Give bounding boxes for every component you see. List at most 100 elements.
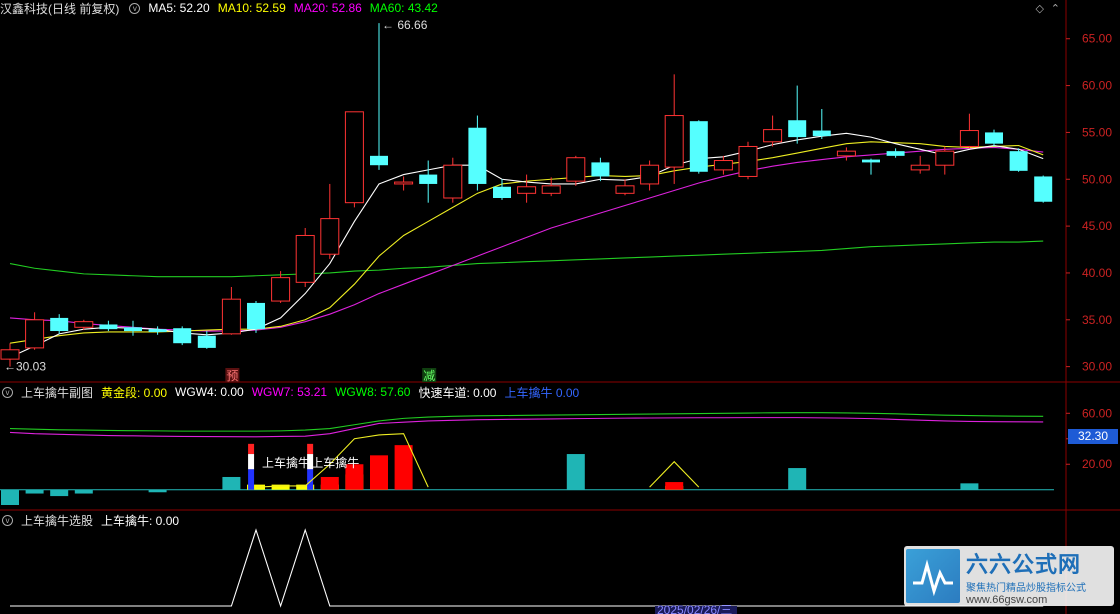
sub-bar — [960, 483, 979, 490]
ma60-label: MA60: 43.42 — [369, 1, 438, 15]
candle-body — [74, 321, 94, 328]
sub-bar — [394, 445, 413, 490]
candle-body — [148, 329, 167, 332]
main-chart-header: 汉鑫科技(日线 前复权) v MA5: 52.20 MA10: 52.59 MA… — [0, 0, 438, 16]
watermark-url: www.66gsw.com — [966, 593, 1048, 606]
sub-bar — [25, 489, 44, 494]
select-panel-title[interactable]: 上车擒牛选股 — [21, 512, 93, 529]
candle-body — [788, 120, 807, 138]
select-panel-settings-icon[interactable]: v — [2, 514, 13, 526]
price-axis-label: 55.00 — [1082, 125, 1112, 139]
sub-bar — [370, 455, 388, 490]
candle-body — [344, 111, 364, 204]
watermark-title: 六六公式网 — [966, 551, 1082, 577]
ma5-line — [9, 132, 1044, 358]
sub-panel-title[interactable]: 上车擒牛副图 — [21, 384, 93, 401]
sub-panel-settings-icon[interactable]: v — [2, 386, 13, 398]
sub-bar — [665, 482, 684, 490]
stock-title[interactable]: 汉鑫科技(日线 前复权) — [0, 0, 119, 17]
footer-date: 2025/02/26/三 — [657, 603, 732, 614]
watermark-subtitle: 聚焦热门精品炒股指标公式 — [966, 582, 1086, 594]
sub-indicator-qinniu: 上车擒牛 0.00 — [504, 385, 580, 400]
candle-body — [689, 121, 708, 172]
candle-body — [1009, 151, 1028, 171]
candle-body — [886, 151, 905, 156]
candle-body — [493, 186, 511, 198]
candle-body — [221, 298, 241, 335]
sub-bar — [74, 489, 93, 494]
sub-annotation: 上车擒牛 — [262, 455, 310, 470]
sub-bar — [222, 476, 241, 490]
candle-body — [812, 130, 831, 137]
sub-indicator-fast-lane: 快速车道: 0.00 — [418, 385, 497, 400]
candle-body — [763, 129, 783, 143]
candle-body — [247, 302, 265, 330]
sub-value-tag: 32.30 — [1068, 429, 1118, 444]
candle-body — [985, 132, 1003, 144]
candle-body — [640, 164, 660, 185]
wgw7-line — [9, 417, 1044, 438]
diamond-icon[interactable]: ◇ — [1036, 2, 1044, 15]
select-signal-line — [10, 528, 1044, 608]
candle-body — [320, 218, 340, 255]
settings-icon[interactable]: v — [129, 2, 141, 14]
sub-indicator-wgw4: WGW4: 0.00 — [175, 385, 244, 399]
candle-body — [468, 127, 487, 184]
candle-body — [295, 234, 315, 283]
price-axis-label: 65.00 — [1082, 32, 1112, 46]
ma5-label: MA5: 52.20 — [148, 1, 210, 15]
sub-bar — [148, 489, 167, 493]
candle-body — [1034, 176, 1053, 202]
sub-bar — [1, 489, 19, 505]
candle-body — [443, 164, 463, 199]
site-watermark: 六六公式网 聚焦热门精品炒股指标公式 www.66gsw.com — [904, 546, 1114, 606]
sub-annotation: 上车擒牛 — [311, 455, 359, 470]
candle-body — [935, 150, 955, 166]
ma10-line — [9, 141, 1044, 344]
price-axis-label: 40.00 — [1082, 266, 1112, 280]
signal-column — [248, 454, 255, 470]
signal-column — [248, 443, 255, 455]
sub-bar — [50, 489, 69, 497]
candle-body — [197, 335, 216, 348]
candle-body — [419, 174, 438, 184]
candle-body — [25, 319, 45, 349]
signal-column — [248, 469, 255, 490]
select-panel-header: v 上车擒牛选股 上车擒牛: 0.00 — [0, 512, 179, 528]
signal-column — [307, 443, 314, 455]
candle-body — [271, 277, 291, 302]
ma10-label: MA10: 52.59 — [217, 1, 286, 15]
price-axis-label: 30.00 — [1082, 360, 1112, 374]
high-price-label: ← 66.66 — [382, 18, 428, 32]
candle-body — [541, 185, 561, 194]
sub-bar — [566, 454, 585, 490]
candle-body — [615, 185, 635, 194]
candle-body — [173, 328, 192, 344]
sub-indicator-wgw8: WGW8: 57.60 — [335, 385, 411, 399]
signal-jian: 减 — [423, 369, 435, 383]
sub-indicator-wgw7: WGW7: 53.21 — [251, 385, 328, 399]
candle-body — [738, 145, 758, 177]
candle-body — [713, 160, 733, 171]
candle-body — [99, 324, 118, 330]
candle-body — [370, 155, 388, 166]
low-price-label: ←30.03 — [4, 359, 46, 373]
chevron-up-icon[interactable]: ⌃ — [1051, 2, 1060, 15]
candle-body — [566, 157, 586, 182]
candle-body — [517, 186, 537, 194]
ma60-line — [9, 240, 1044, 278]
sub-bar — [788, 468, 807, 490]
ma20-label: MA20: 52.86 — [293, 1, 362, 15]
candle-body — [124, 327, 142, 332]
signal-yu: 预 — [226, 369, 238, 383]
wgw8-line — [9, 412, 1044, 432]
sub-panel-header: v 上车擒牛副图 黄金段: 0.00 WGW4: 0.00 WGW7: 53.2… — [0, 384, 579, 400]
watermark-logo-icon — [906, 549, 960, 603]
candle-body — [664, 115, 684, 168]
sub-indicator-golden: 黄金段: 0.00 — [101, 385, 168, 400]
price-axis-label: 45.00 — [1082, 219, 1112, 233]
price-axis-label: 60.00 — [1082, 79, 1112, 93]
select-indicator: 上车擒牛: 0.00 — [101, 513, 180, 528]
price-axis-label: 35.00 — [1082, 313, 1112, 327]
candle-body — [591, 162, 610, 177]
